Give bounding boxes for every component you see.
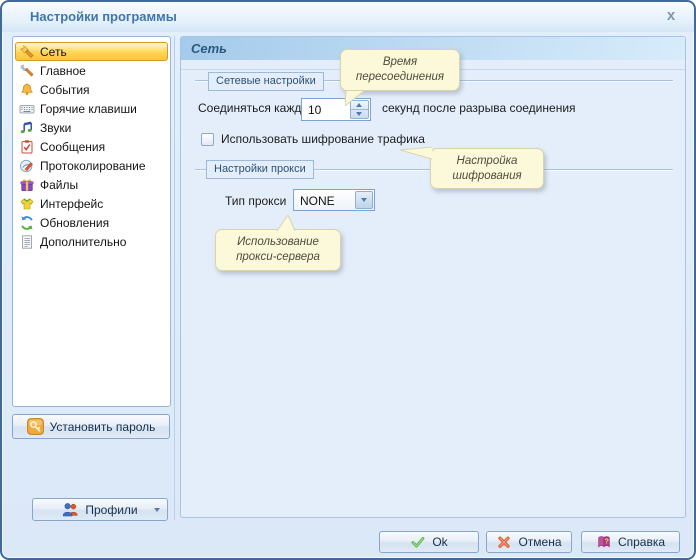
bell-icon bbox=[19, 82, 35, 98]
profiles-label: Профили bbox=[85, 503, 137, 517]
profiles-icon bbox=[62, 502, 79, 517]
cancel-label: Отмена bbox=[518, 535, 561, 549]
panel-title: Сеть bbox=[191, 41, 227, 56]
sidebar-item-label: Дополнительно bbox=[40, 235, 126, 249]
sidebar-item-interface[interactable]: Интерфейс bbox=[15, 194, 168, 213]
network-group-title: Сетевые настройки bbox=[208, 72, 324, 91]
sidebar-item-general[interactable]: Главное bbox=[15, 61, 168, 80]
callout-tail-icon bbox=[400, 147, 432, 161]
proxy-type-value: NONE bbox=[294, 190, 354, 210]
network-icon bbox=[19, 44, 35, 60]
sidebar-item-label: Сообщения bbox=[40, 140, 105, 154]
callout-line: прокси-сервера bbox=[236, 250, 320, 265]
sidebar-item-hotkeys[interactable]: Горячие клавиши bbox=[15, 99, 168, 118]
settings-dialog: Настройки программы x Сеть Главное bbox=[0, 0, 696, 560]
sidebar-item-label: Интерфейс bbox=[40, 197, 103, 211]
proxy-group-title: Настройки прокси bbox=[206, 160, 314, 179]
chevron-down-icon bbox=[154, 508, 160, 512]
sidebar-item-network[interactable]: Сеть bbox=[15, 42, 168, 61]
callout-line: пересоединения bbox=[356, 70, 444, 85]
help-button[interactable]: ? Справка bbox=[581, 531, 680, 553]
combo-dropdown-button[interactable] bbox=[355, 191, 373, 209]
clipboard-icon bbox=[19, 139, 35, 155]
encryption-checkbox[interactable] bbox=[201, 133, 214, 146]
callout-line: шифрования bbox=[452, 169, 521, 184]
sidebar-item-label: Протоколирование bbox=[40, 159, 146, 173]
callout-tail-icon bbox=[345, 91, 365, 106]
sidebar-item-logging[interactable]: Протоколирование bbox=[15, 156, 168, 175]
x-icon bbox=[496, 534, 512, 550]
document-icon bbox=[19, 234, 35, 250]
callout-reconnect-time: Время пересоединения bbox=[340, 49, 460, 91]
network-settings-panel: Сеть Сетевые настройки Соединяться кажды… bbox=[180, 36, 686, 518]
callout-line: Время bbox=[383, 55, 417, 70]
set-password-button[interactable]: Установить пароль bbox=[12, 414, 170, 439]
sidebar-item-updates[interactable]: Обновления bbox=[15, 213, 168, 232]
sidebar-item-additional[interactable]: Дополнительно bbox=[15, 232, 168, 251]
close-button[interactable]: x bbox=[662, 7, 680, 25]
check-icon bbox=[410, 534, 426, 550]
reconnect-prefix-label: Соединяться каждые bbox=[198, 101, 317, 116]
help-label: Справка bbox=[618, 535, 665, 549]
callout-tail-icon bbox=[274, 215, 296, 231]
ok-label: Ok bbox=[432, 535, 447, 549]
spinner-down-button[interactable] bbox=[351, 109, 368, 118]
logging-icon bbox=[19, 158, 35, 174]
sidebar-item-label: Горячие клавиши bbox=[40, 102, 137, 116]
reconnect-interval-input[interactable]: 10 bbox=[302, 99, 349, 120]
sidebar-item-label: Файлы bbox=[40, 178, 78, 192]
sidebar-item-label: Звуки bbox=[40, 121, 71, 135]
profiles-button[interactable]: Профили bbox=[32, 498, 168, 521]
cancel-button[interactable]: Отмена bbox=[486, 531, 572, 553]
svg-text:?: ? bbox=[604, 537, 609, 546]
sidebar-item-messages[interactable]: Сообщения bbox=[15, 137, 168, 156]
category-list: Сеть Главное События Горячие клавиши bbox=[12, 36, 171, 407]
callout-proxy-usage: Использование прокси-сервера bbox=[215, 229, 341, 271]
refresh-icon bbox=[19, 215, 35, 231]
reconnect-suffix-label: секунд после разрыва соединения bbox=[382, 101, 576, 116]
encryption-checkbox-label[interactable]: Использовать шифрование трафика bbox=[221, 132, 425, 147]
sidebar-item-sounds[interactable]: Звуки bbox=[15, 118, 168, 137]
help-book-icon: ? bbox=[596, 534, 612, 550]
window-title: Настройки программы bbox=[30, 9, 177, 24]
gift-icon bbox=[19, 177, 35, 193]
sidebar-item-label: Сеть bbox=[40, 45, 67, 59]
shirt-icon bbox=[19, 196, 35, 212]
sidebar-item-label: События bbox=[40, 83, 90, 97]
music-icon bbox=[19, 120, 35, 136]
keyboard-icon bbox=[19, 101, 35, 117]
arrow-down-icon bbox=[356, 112, 362, 116]
sidebar-item-events[interactable]: События bbox=[15, 80, 168, 99]
callout-line: Настройка bbox=[457, 154, 518, 169]
set-password-label: Установить пароль bbox=[50, 420, 156, 434]
sidebar-item-files[interactable]: Файлы bbox=[15, 175, 168, 194]
sidebar-item-label: Обновления bbox=[40, 216, 109, 230]
proxy-type-select[interactable]: NONE bbox=[293, 189, 375, 211]
ok-button[interactable]: Ok bbox=[379, 531, 479, 553]
key-icon bbox=[27, 418, 44, 435]
sidebar-item-label: Главное bbox=[40, 64, 86, 78]
proxy-type-label: Тип прокси bbox=[225, 194, 286, 209]
sidebar-divider bbox=[174, 36, 175, 520]
callout-line: Использование bbox=[237, 235, 319, 250]
arrow-down-icon bbox=[361, 198, 367, 202]
tools-icon bbox=[19, 63, 35, 79]
callout-encryption: Настройка шифрования bbox=[430, 148, 544, 189]
